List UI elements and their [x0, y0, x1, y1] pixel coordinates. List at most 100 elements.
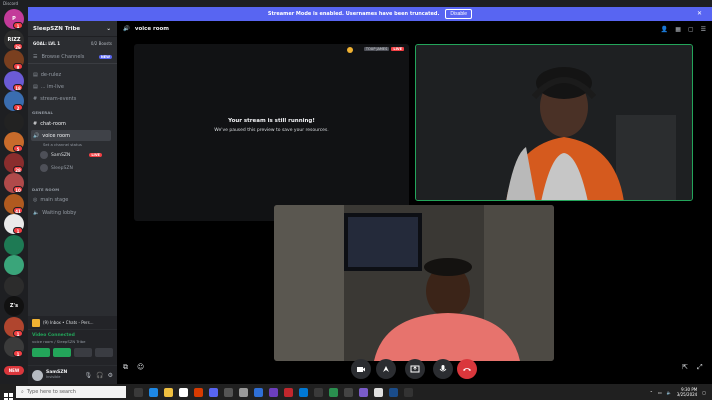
app-icon[interactable]: [329, 387, 338, 397]
server-icon[interactable]: [4, 111, 24, 132]
channel-main-stage[interactable]: ◎ main stage: [33, 194, 68, 205]
video-camera-icon: [357, 367, 365, 372]
vc-buttons: [32, 348, 113, 357]
disconnect-button[interactable]: [457, 359, 477, 379]
store-icon[interactable]: [179, 387, 188, 397]
app-icon[interactable]: [254, 387, 263, 397]
avatar: [40, 164, 48, 172]
app-icon[interactable]: [314, 387, 323, 397]
channel-de-rulez[interactable]: ▤ de-rulez: [33, 69, 61, 80]
clock-date: 3/25/2024: [676, 392, 698, 397]
chevron-up-icon[interactable]: ⌃: [650, 390, 653, 395]
network-icon[interactable]: ▭: [658, 390, 662, 395]
activity-button[interactable]: [376, 359, 396, 379]
channel-label: stream-events: [40, 95, 77, 102]
chevron-down-icon: ⌄: [106, 25, 111, 32]
channel-label: de-rulez: [40, 71, 62, 78]
headphones-icon[interactable]: 🎧: [96, 372, 103, 379]
gear-icon[interactable]: ⚙: [108, 372, 113, 379]
avatar[interactable]: [32, 369, 43, 381]
app-icon[interactable]: [269, 387, 278, 397]
screen-share-button[interactable]: [53, 348, 71, 357]
speaker-icon: 🔈: [33, 209, 40, 216]
channel-chat-room[interactable]: # chat-room: [33, 118, 66, 129]
members-icon[interactable]: ☰: [701, 26, 706, 33]
app-icon[interactable]: [194, 387, 203, 397]
vc-user[interactable]: SleepSZN: [40, 164, 73, 172]
speaker-icon: 🔊: [123, 26, 130, 32]
category-general[interactable]: GENERAL: [32, 110, 53, 115]
vc-status[interactable]: Video Connected: [32, 333, 113, 338]
app-icon[interactable]: [224, 387, 233, 397]
camera-button[interactable]: [351, 359, 371, 379]
activity-notice[interactable]: (9) Inbox • Chats - Pers...: [28, 316, 117, 329]
disable-streamer-mode-button[interactable]: Disable: [445, 9, 473, 19]
microphone-icon[interactable]: 🎙: [85, 372, 93, 379]
fullscreen-icon[interactable]: ⤢: [697, 363, 703, 372]
app-icon[interactable]: [284, 387, 293, 397]
camera-button[interactable]: [32, 348, 50, 357]
streamer-mode-banner: Streamer Mode is enabled. Usernames have…: [28, 7, 712, 21]
popout-icon[interactable]: ⧉: [123, 363, 128, 372]
voice-connection-panel: Video Connected voice room / SleepSZN Tr…: [28, 330, 117, 365]
app-icon[interactable]: [299, 387, 308, 397]
chat-icon[interactable]: ▢: [688, 26, 694, 33]
file-explorer-icon[interactable]: [164, 387, 173, 397]
app-icon[interactable]: [374, 387, 383, 397]
activity-button[interactable]: [74, 348, 92, 357]
system-tray: ⌃ ▭ 🔈 9:30 PM 3/25/2024 ▢: [650, 387, 712, 397]
discord-icon[interactable]: [209, 387, 218, 397]
server-icon[interactable]: [4, 275, 24, 296]
emoji-icon[interactable]: ☺: [137, 363, 144, 371]
app-icon[interactable]: [344, 387, 353, 397]
grid-icon[interactable]: ▦: [675, 26, 681, 33]
task-view-icon[interactable]: [134, 387, 143, 397]
screen-share-icon: [410, 365, 420, 373]
app-icon[interactable]: [359, 387, 368, 397]
invite-icon[interactable]: 👤: [661, 26, 668, 33]
server-icon[interactable]: Z's: [4, 296, 24, 316]
windows-start-icon[interactable]: [4, 387, 13, 400]
mention-badge: 41: [13, 206, 23, 214]
browse-channels[interactable]: ☰ Browse Channels NEW: [28, 50, 117, 64]
stream-preview-tile[interactable]: TOUP JAMES LIVE Your stream is still run…: [134, 44, 409, 221]
microphone-button[interactable]: [433, 359, 453, 379]
goal-label: GOAL: LVL 1: [33, 41, 61, 46]
channel-status[interactable]: Set a channel status: [43, 139, 82, 150]
edge-icon[interactable]: [149, 387, 158, 397]
channel-stream-events[interactable]: # stream-events: [33, 93, 76, 104]
clock[interactable]: 9:30 PM 3/25/2024: [677, 387, 698, 397]
channel-label: main stage: [40, 196, 69, 203]
vc-user[interactable]: SamSZN LIVE: [40, 151, 102, 159]
volume-icon[interactable]: 🔈: [667, 390, 672, 395]
camera-tile-participant[interactable]: [415, 44, 693, 201]
app-icon[interactable]: [239, 387, 248, 397]
paused-title: Your stream is still running!: [228, 118, 315, 124]
server-icon[interactable]: NEW: [4, 365, 24, 375]
close-banner-icon[interactable]: ✕: [697, 10, 702, 17]
server-header[interactable]: SleepSZN Tribe ⌄: [28, 21, 117, 37]
app-icon[interactable]: [389, 387, 398, 397]
text-channel-icon: ▤: [33, 83, 38, 90]
soundboard-button[interactable]: [95, 348, 113, 357]
popout-window-icon[interactable]: ⇱: [682, 363, 688, 371]
server-rail: P 1 RIZZ 26 9 18 2 5 28 10 41 1 Z's 1 1 NEW: [0, 7, 28, 384]
notifications-icon[interactable]: ▢: [702, 390, 706, 395]
channel-waiting-lobby[interactable]: 🔈 Waiting lobby: [33, 207, 76, 218]
stage-icon: ◎: [33, 196, 38, 203]
mention-badge: 1: [13, 22, 23, 29]
server-icon[interactable]: [4, 234, 24, 255]
mention-badge: 28: [13, 165, 23, 173]
user-controls: 🎙 🎧 ⚙: [85, 372, 114, 379]
category-date-room[interactable]: DATE ROOM: [32, 187, 59, 192]
app-icon[interactable]: [404, 387, 413, 397]
taskbar-search-input[interactable]: ⌕ Type here to search: [16, 386, 126, 398]
channel-im-live[interactable]: ▤ ... im-live: [33, 81, 64, 92]
server-name: SleepSZN Tribe: [33, 25, 81, 32]
channel-label: ... im-live: [40, 83, 64, 90]
boost-goal[interactable]: GOAL: LVL 1 0/2 Boosts: [28, 37, 117, 50]
vc-user-name: SleepSZN: [51, 165, 73, 171]
camera-tile-self[interactable]: [274, 205, 554, 361]
server-icon[interactable]: [4, 255, 24, 275]
screen-share-button[interactable]: [405, 359, 425, 379]
